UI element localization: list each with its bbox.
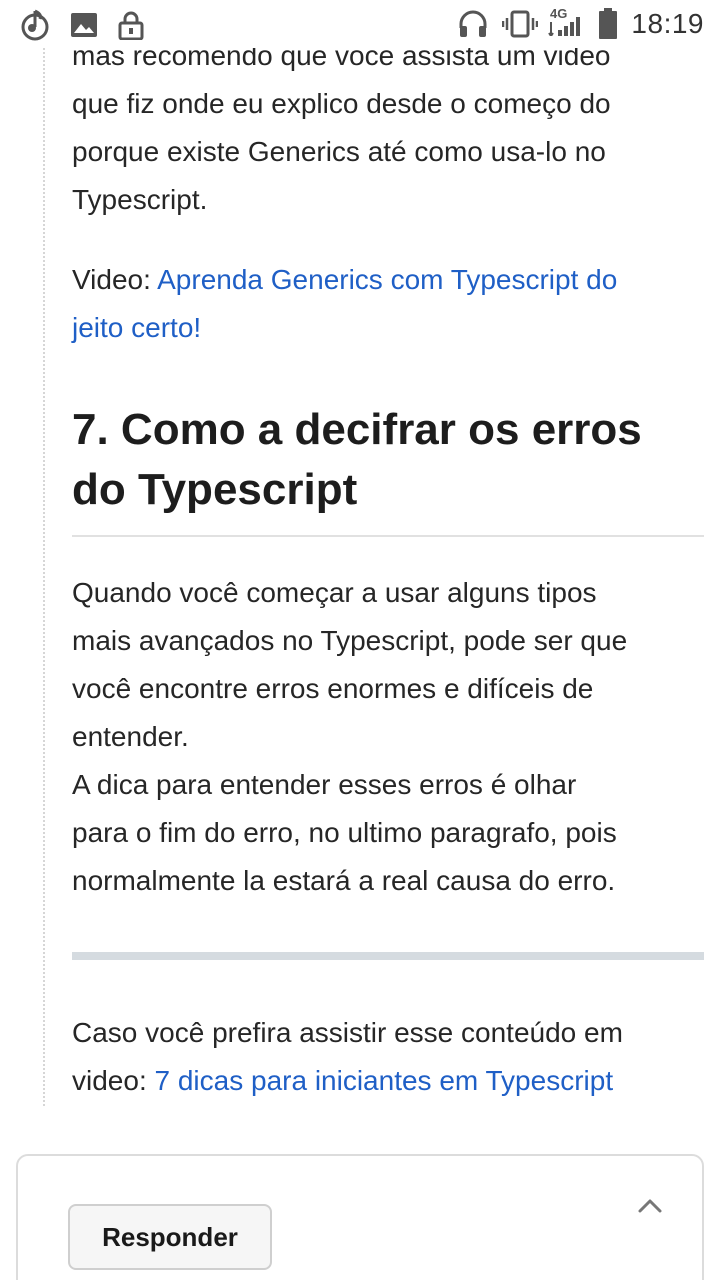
text-line: entender.	[72, 721, 189, 752]
video-label: Video:	[72, 264, 158, 295]
image-icon	[71, 13, 97, 37]
comment-thread-line	[43, 48, 45, 1106]
signal-icon	[548, 17, 580, 36]
text-line: video: 7 dicas para iniciantes em Typesc…	[72, 1057, 712, 1105]
reply-button[interactable]: Responder	[68, 1204, 272, 1270]
heading-divider	[72, 535, 704, 537]
page: 4G 18:19 mas recomendo que voce assista …	[0, 0, 720, 1280]
body-paragraph: Quando você começar a usar alguns tipos …	[72, 569, 712, 905]
heading-line: do Typescript	[72, 465, 358, 514]
section-heading: 7. Como a decifrar os erros do Typescrip…	[72, 400, 692, 520]
section-divider	[72, 952, 704, 960]
heading-line: 7. Como a decifrar os erros	[72, 405, 642, 454]
outro-video-link[interactable]: 7 dicas para iniciantes em Typescript	[155, 1065, 614, 1096]
text-line: Video: Aprenda Generics com Typescript d…	[72, 256, 712, 304]
clock: 18:19	[631, 8, 704, 39]
lock-icon	[118, 11, 144, 40]
video-link-continued[interactable]: jeito certo!	[72, 312, 201, 343]
vibrate-icon	[502, 10, 538, 38]
video-link[interactable]: Aprenda Generics com Typescript do	[157, 264, 617, 295]
text-line: jeito certo!	[72, 304, 712, 352]
music-icon	[21, 9, 49, 41]
headphones-icon	[459, 10, 487, 37]
text-line: Typescript.	[72, 184, 208, 215]
outro-prefix: video:	[72, 1065, 155, 1096]
text-line: normalmente la estará a real causa do er…	[72, 865, 616, 896]
battery-icon	[599, 8, 617, 39]
chevron-up-icon[interactable]	[636, 1196, 664, 1216]
text-line: Caso você prefira assistir esse conteúdo…	[72, 1017, 623, 1048]
status-bar: 4G 18:19	[0, 0, 720, 48]
text-line: que fiz onde eu explico desde o começo d…	[72, 88, 611, 119]
text-line: para o fim do erro, no ultimo paragrafo,…	[72, 817, 617, 848]
text-line: porque existe Generics até como usa-lo n…	[72, 136, 606, 167]
reply-card: Responder	[16, 1154, 704, 1280]
outro-paragraph: Caso você prefira assistir esse conteúdo…	[72, 1009, 712, 1105]
video-paragraph: Video: Aprenda Generics com Typescript d…	[72, 256, 712, 352]
text-line: Quando você começar a usar alguns tipos	[72, 577, 597, 608]
text-line: A dica para entender esses erros é olhar	[72, 769, 577, 800]
text-line: você encontre erros enormes e difíceis d…	[72, 673, 594, 704]
text-line: mais avançados no Typescript, pode ser q…	[72, 625, 628, 656]
intro-paragraph: mas recomendo que voce assista um video …	[72, 32, 712, 224]
